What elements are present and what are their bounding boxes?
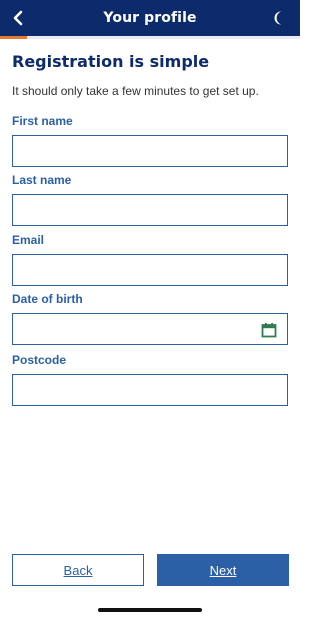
home-indicator bbox=[98, 608, 202, 612]
page-heading: Registration is simple bbox=[12, 52, 210, 71]
postcode-field: Postcode bbox=[12, 353, 288, 406]
postcode-label: Postcode bbox=[12, 353, 67, 367]
back-nav-button[interactable] bbox=[6, 6, 30, 30]
postcode-input[interactable] bbox=[13, 375, 287, 405]
progress-bar bbox=[0, 36, 300, 39]
date-of-birth-input[interactable] bbox=[13, 314, 287, 344]
calendar-icon[interactable] bbox=[261, 322, 277, 338]
email-label: Email bbox=[12, 233, 45, 247]
progress-fill bbox=[0, 36, 27, 39]
email-field: Email bbox=[12, 233, 288, 286]
app-header: Your profile bbox=[0, 0, 300, 36]
next-button[interactable]: Next bbox=[157, 554, 289, 586]
last-name-label: Last name bbox=[12, 173, 72, 187]
intro-section: Registration is simple It should only ta… bbox=[12, 52, 288, 99]
crescent-moon-icon bbox=[274, 11, 281, 25]
first-name-label: First name bbox=[12, 114, 73, 128]
theme-toggle-button[interactable] bbox=[270, 9, 286, 27]
first-name-box bbox=[12, 135, 288, 167]
back-button[interactable]: Back bbox=[12, 554, 144, 586]
chevron-left-icon bbox=[13, 10, 23, 26]
date-of-birth-field: Date of birth bbox=[12, 292, 288, 345]
header-title: Your profile bbox=[103, 10, 197, 26]
first-name-field: First name bbox=[12, 114, 288, 167]
first-name-input[interactable] bbox=[13, 136, 287, 166]
last-name-input[interactable] bbox=[13, 195, 287, 225]
postcode-box bbox=[12, 374, 288, 406]
date-of-birth-box bbox=[12, 313, 288, 345]
email-input[interactable] bbox=[13, 255, 287, 285]
last-name-field: Last name bbox=[12, 173, 288, 226]
last-name-box bbox=[12, 194, 288, 226]
intro-text: It should only take a few minutes to get… bbox=[12, 84, 259, 98]
email-box bbox=[12, 254, 288, 286]
date-of-birth-label: Date of birth bbox=[12, 292, 83, 306]
